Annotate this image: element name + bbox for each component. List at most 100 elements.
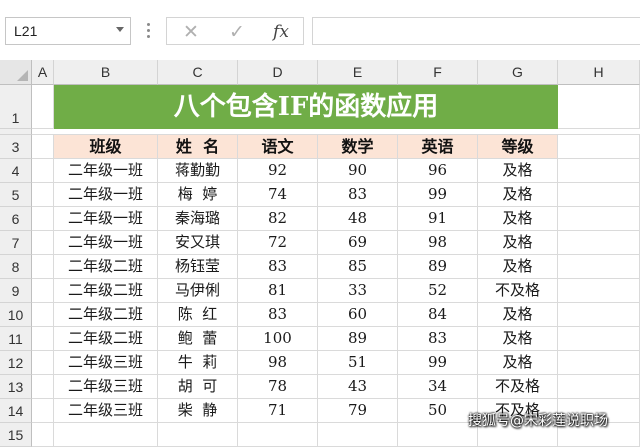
table-cell[interactable]: 96 [398, 159, 478, 183]
table-cell[interactable]: 及格 [478, 231, 558, 255]
table-header-cell[interactable]: 数学 [318, 135, 398, 159]
table-cell[interactable]: 及格 [478, 255, 558, 279]
table-cell[interactable]: 及格 [478, 207, 558, 231]
table-cell[interactable]: 78 [238, 375, 318, 399]
cell[interactable] [238, 423, 318, 447]
table-cell[interactable]: 83 [238, 255, 318, 279]
table-cell[interactable]: 34 [398, 375, 478, 399]
cell[interactable] [558, 183, 640, 207]
row-header-11[interactable]: 11 [0, 327, 32, 351]
table-cell[interactable]: 鲍 蕾 [158, 327, 238, 351]
cell[interactable] [32, 207, 54, 231]
table-cell[interactable]: 二年级二班 [54, 279, 158, 303]
cell[interactable] [318, 423, 398, 447]
table-header-cell[interactable]: 语文 [238, 135, 318, 159]
row-header-13[interactable]: 13 [0, 375, 32, 399]
cell[interactable] [558, 375, 640, 399]
table-cell[interactable]: 99 [398, 351, 478, 375]
table-cell[interactable]: 98 [238, 351, 318, 375]
cell[interactable] [32, 183, 54, 207]
select-all-button[interactable] [0, 60, 32, 85]
cell[interactable] [558, 135, 640, 159]
table-cell[interactable]: 52 [398, 279, 478, 303]
table-cell[interactable]: 48 [318, 207, 398, 231]
column-header-d[interactable]: D [238, 60, 318, 85]
cell[interactable] [32, 85, 54, 129]
table-cell[interactable]: 二年级一班 [54, 183, 158, 207]
table-cell[interactable]: 梅 婷 [158, 183, 238, 207]
table-header-cell[interactable]: 等级 [478, 135, 558, 159]
table-cell[interactable]: 100 [238, 327, 318, 351]
formula-input[interactable] [312, 17, 640, 45]
row-header-1[interactable]: 1 [0, 85, 32, 129]
cell[interactable] [398, 423, 478, 447]
table-cell[interactable]: 二年级一班 [54, 159, 158, 183]
cell[interactable] [32, 135, 54, 159]
column-header-f[interactable]: F [398, 60, 478, 85]
table-cell[interactable]: 89 [398, 255, 478, 279]
table-cell[interactable]: 及格 [478, 183, 558, 207]
table-cell[interactable]: 51 [318, 351, 398, 375]
enter-check-icon[interactable]: ✓ [223, 21, 251, 43]
table-cell[interactable]: 99 [398, 183, 478, 207]
cell[interactable] [32, 231, 54, 255]
cell[interactable] [558, 351, 640, 375]
table-cell[interactable]: 85 [318, 255, 398, 279]
cell[interactable] [558, 85, 640, 129]
table-cell[interactable]: 79 [318, 399, 398, 423]
cell[interactable] [558, 231, 640, 255]
table-cell[interactable]: 及格 [478, 159, 558, 183]
table-cell[interactable]: 秦海璐 [158, 207, 238, 231]
table-cell[interactable]: 91 [398, 207, 478, 231]
cell[interactable] [32, 375, 54, 399]
row-header-3[interactable]: 3 [0, 135, 32, 159]
table-cell[interactable]: 马伊俐 [158, 279, 238, 303]
cell[interactable] [32, 159, 54, 183]
table-cell[interactable]: 83 [398, 327, 478, 351]
table-cell[interactable]: 及格 [478, 303, 558, 327]
row-header-7[interactable]: 7 [0, 231, 32, 255]
table-cell[interactable]: 及格 [478, 351, 558, 375]
table-cell[interactable]: 二年级二班 [54, 303, 158, 327]
row-header-6[interactable]: 6 [0, 207, 32, 231]
cell[interactable] [32, 399, 54, 423]
column-header-g[interactable]: G [478, 60, 558, 85]
row-header-12[interactable]: 12 [0, 351, 32, 375]
cell[interactable] [32, 423, 54, 447]
row-header-5[interactable]: 5 [0, 183, 32, 207]
cell[interactable] [558, 159, 640, 183]
cell[interactable] [558, 303, 640, 327]
cell[interactable] [558, 327, 640, 351]
table-cell[interactable]: 安又琪 [158, 231, 238, 255]
table-cell[interactable]: 90 [318, 159, 398, 183]
cell[interactable] [32, 279, 54, 303]
table-header-cell[interactable]: 姓 名 [158, 135, 238, 159]
table-cell[interactable]: 71 [238, 399, 318, 423]
cancel-icon[interactable]: ✕ [177, 21, 205, 43]
table-cell[interactable]: 74 [238, 183, 318, 207]
row-header-4[interactable]: 4 [0, 159, 32, 183]
table-cell[interactable]: 柴 静 [158, 399, 238, 423]
name-box[interactable]: L21 [5, 17, 131, 45]
chevron-down-icon[interactable] [116, 27, 124, 32]
column-header-b[interactable]: B [54, 60, 158, 85]
table-header-cell[interactable]: 英语 [398, 135, 478, 159]
cell[interactable] [32, 255, 54, 279]
column-header-c[interactable]: C [158, 60, 238, 85]
table-cell[interactable]: 胡 可 [158, 375, 238, 399]
sheet-title[interactable]: 八个包含IF的函数应用 [54, 85, 558, 129]
table-cell[interactable]: 蒋勤勤 [158, 159, 238, 183]
table-cell[interactable]: 二年级三班 [54, 375, 158, 399]
table-cell[interactable]: 84 [398, 303, 478, 327]
cell[interactable] [32, 303, 54, 327]
table-cell[interactable]: 69 [318, 231, 398, 255]
row-header-10[interactable]: 10 [0, 303, 32, 327]
table-cell[interactable]: 二年级一班 [54, 207, 158, 231]
table-cell[interactable]: 不及格 [478, 279, 558, 303]
column-header-e[interactable]: E [318, 60, 398, 85]
table-cell[interactable]: 98 [398, 231, 478, 255]
table-cell[interactable]: 33 [318, 279, 398, 303]
cell[interactable] [558, 207, 640, 231]
row-header-14[interactable]: 14 [0, 399, 32, 423]
row-header-15[interactable]: 15 [0, 423, 32, 447]
